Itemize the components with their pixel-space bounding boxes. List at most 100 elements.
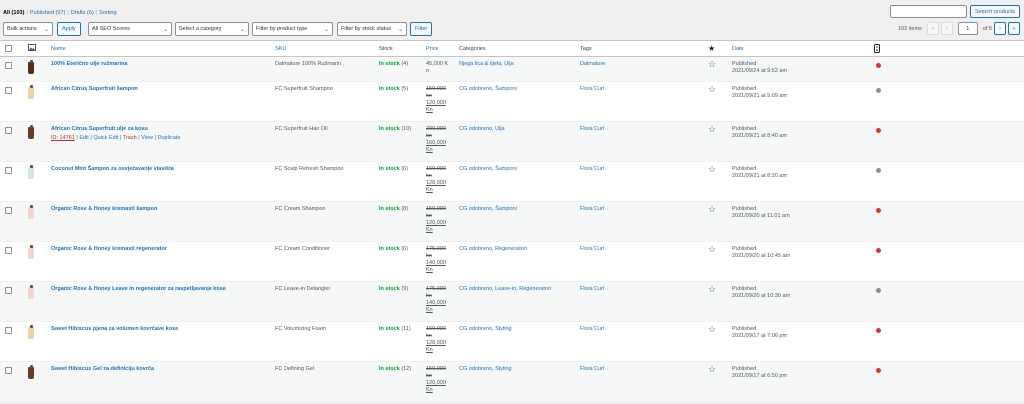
product-categories[interactable]: CG odobreno, Styling	[459, 366, 512, 373]
product-categories[interactable]: CG odobreno, Leave-in, Regeneratori	[459, 286, 551, 293]
edit-link[interactable]: Edit	[79, 135, 88, 141]
product-categories[interactable]: CG odobreno, Šamponi	[459, 86, 517, 93]
column-name[interactable]: Name	[51, 46, 66, 52]
product-thumbnail[interactable]	[28, 285, 34, 299]
featured-star-icon[interactable]: ☆	[708, 85, 716, 94]
featured-star-icon[interactable]: ☆	[708, 245, 716, 254]
column-stock: Stock	[379, 46, 393, 52]
product-name-link[interactable]: Organic Rose & Honey kremasti regenerato…	[51, 246, 167, 253]
next-page-button[interactable]: ›	[994, 22, 1006, 35]
product-type-select[interactable]: Filter by product type ⌄	[252, 22, 333, 36]
seo-score-column-icon	[874, 44, 880, 55]
product-name-link[interactable]: Sweet Hibiscus Gel za definiciju kovrča	[51, 366, 154, 373]
view-link[interactable]: View	[141, 135, 153, 141]
product-categories[interactable]: CG odobreno, Styling	[459, 326, 512, 333]
row-checkbox[interactable]	[5, 367, 12, 374]
seo-score-dot	[876, 63, 881, 68]
product-categories[interactable]: CG odobreno, Šamponi	[459, 206, 517, 213]
seo-score-dot	[876, 168, 881, 173]
row-checkbox[interactable]	[5, 247, 12, 254]
stock-status-select[interactable]: Filter by stock status ⌄	[337, 22, 407, 36]
seo-scores-select[interactable]: All SEO Scores ⌄	[88, 22, 172, 36]
stock-status: In stock (10)	[379, 126, 411, 133]
row-checkbox[interactable]	[5, 167, 12, 174]
column-sku[interactable]: SKU	[275, 46, 286, 52]
product-tags[interactable]: Flora Curl	[580, 366, 604, 373]
category-select[interactable]: Select a category ⌄	[175, 22, 249, 36]
row-checkbox[interactable]	[5, 127, 12, 134]
product-categories[interactable]: CG odobreno, Regeneratori	[459, 246, 527, 253]
featured-star-icon[interactable]: ☆	[708, 125, 716, 134]
stock-qty: (4)	[401, 61, 409, 67]
product-thumbnail[interactable]	[28, 165, 34, 179]
product-name-link[interactable]: Sweet Hibiscus pjena za volumen kovrčave…	[51, 326, 178, 333]
product-categories[interactable]: CG odobreno, Šamponi	[459, 166, 517, 173]
product-thumbnail[interactable]	[28, 125, 34, 139]
row-checkbox[interactable]	[5, 287, 12, 294]
product-name-link[interactable]: African Citrus Superfruit ulje za kosu	[51, 126, 148, 133]
stock-label: In stock	[379, 246, 400, 252]
product-tags[interactable]: Flora Curl	[580, 126, 604, 133]
product-categories[interactable]: Njega lica & tijela, Ulja	[459, 61, 514, 68]
product-thumbnail[interactable]	[28, 60, 34, 74]
featured-star-icon[interactable]: ★	[708, 44, 715, 53]
featured-star-icon[interactable]: ☆	[708, 365, 716, 374]
product-name-link[interactable]: Organic Rose & Honey kremasti šampon	[51, 206, 157, 213]
product-name-link[interactable]: 100% Eterično ulje ružmarina	[51, 61, 127, 68]
product-thumbnail[interactable]	[28, 365, 34, 379]
column-price[interactable]: Price	[426, 46, 439, 52]
product-tags[interactable]: Flora Curl	[580, 86, 604, 93]
product-price: 45,000 Kn	[426, 61, 448, 75]
product-tags[interactable]: Flora Curl	[580, 246, 604, 253]
price-currency: n	[426, 68, 430, 74]
product-status: Published	[732, 166, 757, 172]
product-tags[interactable]: Flora Curl	[580, 206, 604, 213]
search-products-button[interactable]: Search products	[969, 5, 1020, 18]
pagination: 103 items « ‹ 1 of 5 › »	[898, 22, 1020, 35]
search-input[interactable]	[889, 5, 967, 18]
stock-label: In stock	[379, 61, 400, 67]
prev-page-button[interactable]: ‹	[940, 22, 953, 35]
row-checkbox[interactable]	[5, 207, 12, 214]
view-sorting[interactable]: Sorting	[99, 10, 116, 16]
product-name-link[interactable]: African Citrus Superfruit šampon	[51, 86, 138, 93]
product-price: 150,000 kn 120,000 Kn	[426, 366, 446, 394]
row-checkbox[interactable]	[5, 87, 12, 94]
view-published[interactable]: Published (97)	[30, 10, 65, 16]
view-drafts[interactable]: Drafts (6)	[71, 10, 94, 16]
select-all-checkbox[interactable]	[5, 45, 12, 52]
product-thumbnail[interactable]	[28, 245, 34, 259]
featured-star-icon[interactable]: ☆	[708, 285, 716, 294]
product-name-link[interactable]: Organic Rose & Honey Leave in regenerato…	[51, 286, 226, 293]
apply-button[interactable]: Apply	[57, 22, 81, 36]
row-checkbox[interactable]	[5, 327, 12, 334]
product-tags[interactable]: Flora Curl	[580, 166, 604, 173]
last-page-button[interactable]: »	[1008, 22, 1020, 35]
row-checkbox[interactable]	[5, 62, 12, 69]
duplicate-link[interactable]: Duplicate	[158, 135, 181, 141]
quick-edit-link[interactable]: Quick Edit	[93, 135, 118, 141]
featured-star-icon[interactable]: ☆	[708, 325, 716, 334]
product-tags[interactable]: Flora Curl	[580, 286, 604, 293]
sale-price: 128,000	[426, 180, 446, 186]
featured-star-icon[interactable]: ☆	[708, 205, 716, 214]
product-thumbnail[interactable]	[28, 85, 34, 99]
featured-star-icon[interactable]: ☆	[708, 60, 716, 69]
product-tags[interactable]: Flora Curl	[580, 326, 604, 333]
first-page-button[interactable]: «	[926, 22, 939, 35]
trash-link[interactable]: Trash	[123, 135, 137, 141]
product-date: 2021/09/21 at 8:20 am	[732, 173, 788, 179]
product-tags[interactable]: Dalmature	[580, 61, 605, 68]
product-categories[interactable]: CG odobreno, Ulja	[459, 126, 505, 133]
current-page-input[interactable]: 1	[957, 22, 978, 35]
bulk-actions-select[interactable]: Bulk actions ⌄	[3, 22, 53, 36]
column-date[interactable]: Date	[732, 46, 744, 52]
product-thumbnail[interactable]	[28, 325, 34, 339]
filter-button[interactable]: Filter	[410, 22, 433, 36]
product-name-link[interactable]: Coconut Mint Šampon za osvježavanje vlas…	[51, 166, 174, 173]
featured-star-icon[interactable]: ☆	[708, 165, 716, 174]
product-thumbnail[interactable]	[28, 205, 34, 219]
seo-score-dot	[876, 88, 881, 93]
view-all[interactable]: All (103)	[3, 10, 24, 16]
price-value: 45,000 K	[426, 61, 449, 67]
